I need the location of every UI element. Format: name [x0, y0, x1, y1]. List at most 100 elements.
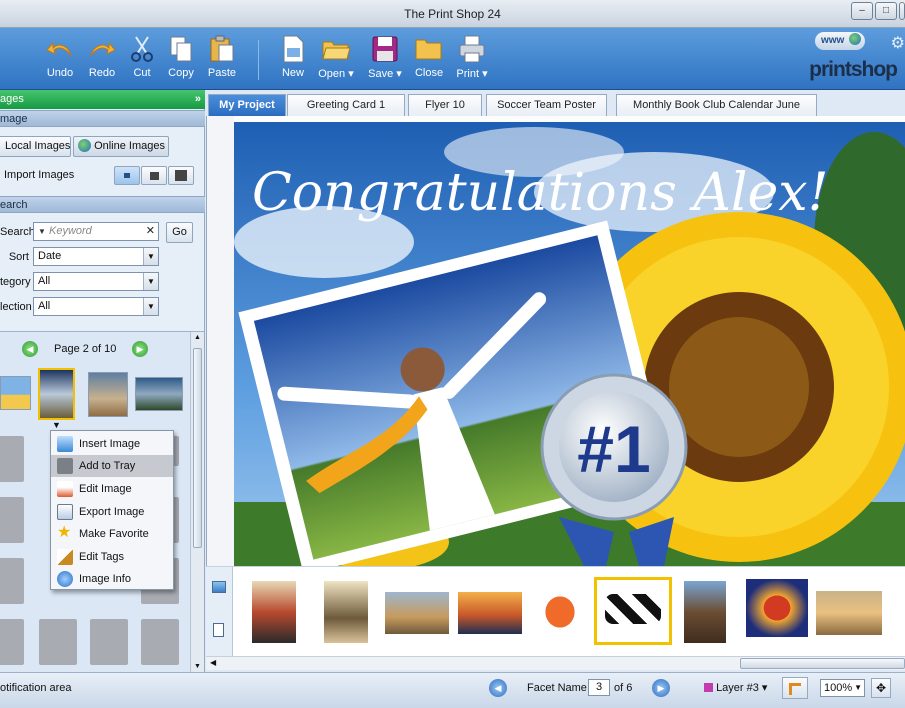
minimize-button[interactable]: –	[851, 2, 873, 20]
online-button[interactable]: www	[815, 32, 865, 50]
zoom-select[interactable]: 100% ▼	[820, 679, 865, 697]
tray-image-selected[interactable]	[594, 577, 672, 645]
image-thumbnail[interactable]	[0, 376, 31, 410]
cut-button[interactable]: Cut	[126, 34, 158, 79]
search-label: Search	[0, 226, 35, 238]
tray-pages-icon[interactable]	[213, 623, 224, 637]
facet-total: of 6	[614, 682, 633, 694]
previous-facet-button[interactable]: ◀	[489, 679, 507, 697]
chevron-down-icon: ▼	[143, 298, 158, 315]
image-placeholder[interactable]	[0, 436, 24, 482]
menu-item-export-image[interactable]: Export Image	[51, 501, 173, 523]
small-thumbnails-button[interactable]	[114, 166, 140, 185]
cow-image	[605, 594, 661, 624]
tab-soccer-team-poster[interactable]: Soccer Team Poster	[486, 94, 607, 116]
redo-button[interactable]: Redo	[84, 34, 120, 79]
menu-item-image-info[interactable]: Image Info	[51, 568, 173, 590]
horizontal-scrollbar[interactable]: ◀	[206, 656, 905, 670]
keyword-input[interactable]: ▼ Keyword ✕	[33, 222, 159, 241]
tab-monthly-book-club-calendar[interactable]: Monthly Book Club Calendar June	[616, 94, 817, 116]
tab-greeting-card-1[interactable]: Greeting Card 1	[287, 94, 405, 116]
tab-flyer-10[interactable]: Flyer 10	[408, 94, 482, 116]
menu-item-edit-image[interactable]: Edit Image	[51, 478, 173, 500]
collapse-panel-icon[interactable]: »	[195, 90, 201, 109]
menu-item-add-to-tray[interactable]: Add to Tray	[51, 455, 173, 477]
image-placeholder[interactable]	[0, 558, 24, 604]
tray-image[interactable]	[458, 592, 522, 634]
tray-image[interactable]	[385, 592, 449, 634]
menu-item-make-favorite[interactable]: ★ Make Favorite	[51, 523, 173, 545]
open-button[interactable]: Open ▾	[316, 34, 356, 80]
layer-selector[interactable]: Layer #3 ▾	[704, 681, 767, 694]
status-bar: otification area ◀ Facet Name 3 of 6 ▶ L…	[0, 672, 905, 708]
tray-image[interactable]	[746, 579, 808, 637]
local-images-button[interactable]: Local Images	[0, 136, 71, 157]
chevron-down-icon: ▼	[143, 273, 158, 290]
menu-item-insert-image[interactable]: Insert Image	[51, 433, 173, 455]
next-page-button[interactable]: ▶	[132, 341, 148, 357]
medium-thumbnails-button[interactable]	[141, 166, 167, 185]
next-facet-button[interactable]: ▶	[652, 679, 670, 697]
image-placeholder[interactable]	[39, 619, 77, 665]
image-placeholder[interactable]	[90, 619, 128, 665]
vertical-scrollbar[interactable]: ▲ ▼	[190, 332, 204, 672]
medium-grid-icon	[149, 172, 159, 180]
scrollbar-thumb[interactable]	[193, 348, 202, 548]
small-grid-icon	[124, 173, 130, 178]
close-button[interactable]: Close	[412, 34, 446, 79]
maximize-button[interactable]: □	[875, 2, 897, 20]
tray-image[interactable]	[531, 581, 589, 643]
tray-image[interactable]	[684, 581, 726, 643]
tray-images-icon[interactable]	[212, 581, 226, 593]
clear-search-icon[interactable]: ✕	[146, 223, 155, 240]
app-logo: printshop	[809, 58, 898, 81]
design-canvas-area: #1 Congratulations Alex!	[206, 116, 905, 566]
close-window-button[interactable]	[899, 2, 905, 20]
scroll-left-icon[interactable]: ◀	[210, 658, 216, 667]
sort-select[interactable]: Date ▼	[33, 247, 159, 266]
crop-button[interactable]	[782, 677, 808, 699]
image-placeholder[interactable]	[0, 497, 24, 543]
edit-image-icon	[57, 481, 73, 497]
collection-select[interactable]: All ▼	[33, 297, 159, 316]
main-toolbar: Undo Redo Cut Copy Paste New Open ▾ Save…	[0, 28, 905, 90]
image-thumbnail[interactable]	[88, 372, 128, 417]
category-select[interactable]: All ▼	[33, 272, 159, 291]
fit-to-window-icon[interactable]: ✥	[871, 678, 891, 698]
image-placeholder[interactable]	[0, 619, 24, 665]
tab-my-project[interactable]: My Project	[208, 94, 286, 116]
scroll-up-icon[interactable]: ▲	[194, 334, 201, 341]
scissors-icon	[131, 36, 153, 62]
new-button[interactable]: New	[276, 34, 310, 79]
globe-icon	[78, 139, 91, 152]
menu-item-edit-tags[interactable]: Edit Tags	[51, 546, 173, 568]
online-images-button[interactable]: Online Images	[73, 136, 169, 157]
image-thumbnail-selected[interactable]: ▼	[38, 368, 75, 430]
headline-text[interactable]: Congratulations Alex!	[252, 163, 828, 223]
chevron-down-icon[interactable]: ▼	[52, 420, 61, 430]
redo-icon	[90, 41, 116, 57]
save-button[interactable]: Save ▾	[366, 34, 404, 80]
open-folder-icon	[322, 41, 351, 60]
go-button[interactable]: Go	[166, 222, 193, 243]
design-canvas[interactable]: #1 Congratulations Alex!	[234, 122, 905, 566]
image-placeholder[interactable]	[141, 619, 179, 665]
scrollbar-thumb[interactable]	[740, 658, 905, 669]
facet-label: Facet Name	[527, 682, 587, 694]
previous-page-button[interactable]: ◀	[22, 341, 38, 357]
large-thumbnails-button[interactable]	[168, 166, 194, 185]
print-button[interactable]: Print ▾	[452, 34, 492, 80]
tray-image[interactable]	[324, 581, 368, 643]
facet-number-input[interactable]: 3	[588, 679, 610, 696]
export-icon	[57, 504, 73, 520]
printer-icon	[459, 35, 485, 63]
image-thumbnail[interactable]	[135, 377, 183, 411]
keyword-dropdown-icon[interactable]: ▼	[38, 227, 46, 236]
paste-button[interactable]: Paste	[204, 34, 240, 79]
undo-button[interactable]: Undo	[42, 34, 78, 79]
tray-image[interactable]	[816, 591, 882, 635]
scroll-down-icon[interactable]: ▼	[194, 663, 201, 670]
tray-image[interactable]	[252, 581, 296, 643]
gear-icon[interactable]: ⚙	[891, 33, 905, 53]
copy-button[interactable]: Copy	[164, 34, 198, 79]
